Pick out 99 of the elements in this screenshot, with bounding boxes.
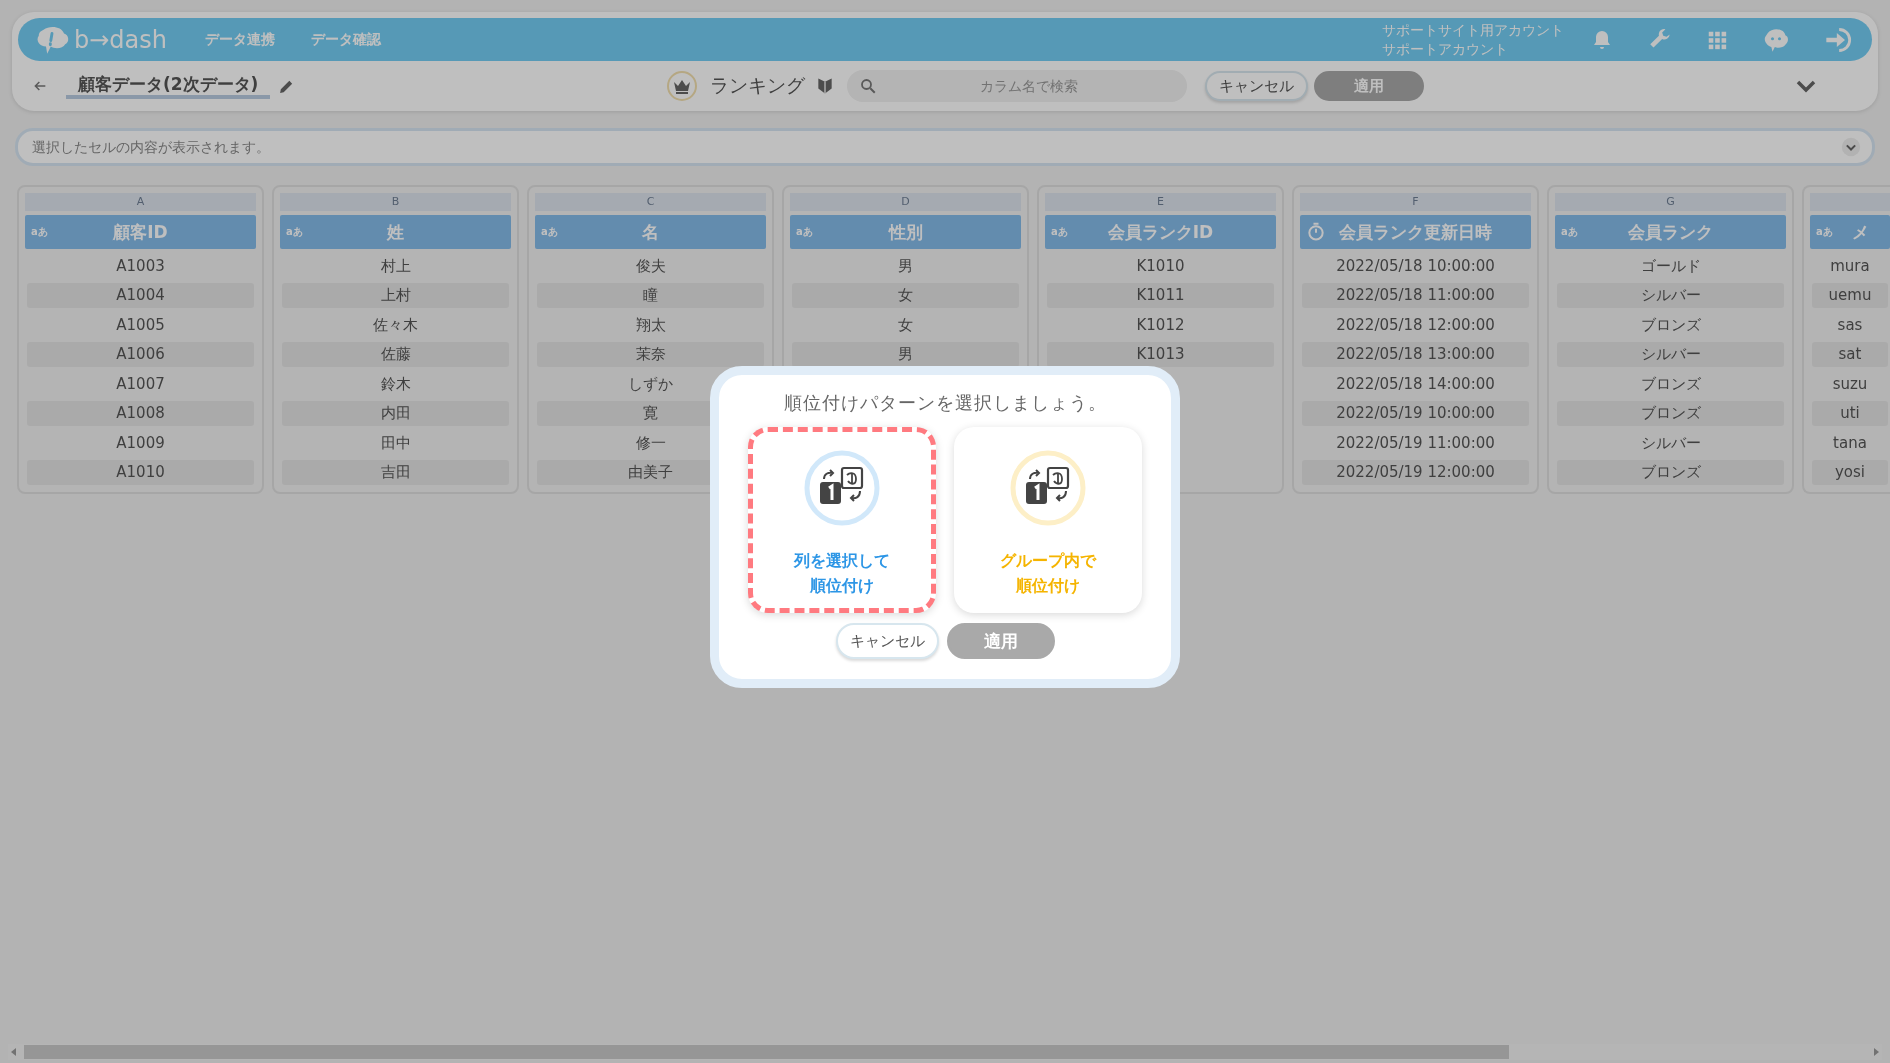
- table-cell-text: A1005: [115, 314, 166, 336]
- table-cell-text: 2022/05/18 14:00:00: [1335, 373, 1496, 395]
- table-cell: A1006: [27, 342, 254, 367]
- table-cell: A1008: [27, 401, 254, 426]
- table-cell: 2022/05/18 13:00:00: [1302, 342, 1529, 367]
- table-cell: A1004: [27, 283, 254, 308]
- table-cell: yosi: [1812, 460, 1888, 485]
- option-label: グループ内で 順位付け: [1000, 550, 1096, 597]
- column-header[interactable]: aあ 名: [535, 215, 766, 249]
- search-field[interactable]: カラム名で検索: [846, 70, 1187, 102]
- table-cell-text: 2022/05/18 12:00:00: [1335, 314, 1496, 336]
- account-name: サポートアカウント: [1382, 39, 1509, 59]
- column-title: 会員ランク更新日時: [1338, 220, 1493, 244]
- table-cell: uemu: [1812, 283, 1888, 308]
- table-cell-text: A1007: [115, 373, 166, 395]
- table-cell-text: 村上: [379, 255, 412, 277]
- table-cell-text: ブロンズ: [1639, 373, 1702, 395]
- table-cell: シルバー: [1557, 342, 1784, 367]
- column-title: メ: [1852, 220, 1870, 244]
- table-cell: 茉奈: [537, 342, 764, 367]
- table-cell: 2022/05/19 10:00:00: [1302, 401, 1529, 426]
- mode-title: ランキング: [709, 73, 805, 98]
- column-title: 名: [641, 220, 660, 244]
- table-cell: 内田: [282, 401, 509, 426]
- table-cell: シルバー: [1557, 283, 1784, 308]
- ranking-option-card[interactable]: 列を選択して 順位付け: [748, 427, 936, 613]
- text-type-label: aあ: [1051, 225, 1069, 239]
- table-cell-text: 俊夫: [634, 255, 667, 277]
- column-header[interactable]: aあ 性別: [790, 215, 1021, 249]
- column-letter: F: [1300, 193, 1531, 211]
- column-header[interactable]: 会員ランク更新日時: [1300, 215, 1531, 249]
- column-header[interactable]: aあ 会員ランクID: [1045, 215, 1276, 249]
- table-cell-text: K1010: [1135, 255, 1186, 277]
- nav-link[interactable]: データ連携: [205, 30, 275, 49]
- column-letter: E: [1045, 193, 1276, 211]
- table-cell-text: 佐々木: [372, 314, 419, 336]
- table-cell-text: 2022/05/19 11:00:00: [1335, 432, 1496, 454]
- table-cell-text: A1003: [115, 255, 166, 277]
- column-title: 姓: [385, 220, 405, 244]
- table-cell-text: K1012: [1135, 314, 1186, 336]
- text-type-label: aあ: [796, 225, 814, 239]
- table-cell-text: A1009: [115, 432, 166, 454]
- cancel-button[interactable]: キャンセル: [1204, 71, 1308, 101]
- table-cell-text: mura: [1829, 255, 1871, 277]
- table-cell: 上村: [282, 283, 509, 308]
- text-type-label: aあ: [1561, 225, 1579, 239]
- table-cell: uti: [1812, 401, 1888, 426]
- column-letter: D: [790, 193, 1021, 211]
- column-title: 顧客ID: [112, 220, 169, 244]
- cancel-button[interactable]: キャンセル: [835, 623, 939, 659]
- table-cell-text: 女: [897, 314, 914, 336]
- column-header[interactable]: aあ 姓: [280, 215, 511, 249]
- text-type-label: aあ: [286, 225, 304, 239]
- table-cell-text: シルバー: [1639, 432, 1702, 454]
- table-cell-text: 翔太: [634, 314, 667, 336]
- table-cell: A1010: [27, 460, 254, 485]
- column-letter: G: [1555, 193, 1786, 211]
- table-cell: 男: [792, 342, 1019, 367]
- text-type-label: aあ: [1816, 225, 1834, 239]
- logo-text: b→dash: [74, 25, 167, 54]
- column-header[interactable]: aあ 会員ランク: [1555, 215, 1786, 249]
- table-cell-text: 男: [897, 255, 914, 277]
- table-cell: K1013: [1047, 342, 1274, 367]
- table-cell-text: ブロンズ: [1639, 314, 1702, 336]
- dataset-title[interactable]: 顧客データ(2次データ): [66, 73, 271, 99]
- table-cell: K1011: [1047, 283, 1274, 308]
- text-type-label: aあ: [541, 225, 559, 239]
- table-cell: sat: [1812, 342, 1888, 367]
- column-title: 性別: [887, 220, 924, 244]
- column-header[interactable]: aあ 顧客ID: [25, 215, 256, 249]
- column-letter: C: [535, 193, 766, 211]
- column-title: 会員ランクID: [1106, 220, 1215, 244]
- table-cell: 吉田: [282, 460, 509, 485]
- cell-content-field[interactable]: 選択したセルの内容が表示されます。: [15, 128, 1875, 166]
- table-cell: 佐藤: [282, 342, 509, 367]
- table-cell-text: 2022/05/18 10:00:00: [1335, 255, 1496, 277]
- table-cell-text: sas: [1836, 314, 1864, 336]
- table-cell-text: ゴールド: [1639, 255, 1702, 277]
- table-cell-text: 鈴木: [379, 373, 412, 395]
- table-cell: 2022/05/18 11:00:00: [1302, 283, 1529, 308]
- option-label: 列を選択して 順位付け: [794, 550, 890, 597]
- column-header[interactable]: aあ メ: [1810, 215, 1890, 249]
- account-site: サポートサイト用アカウント: [1382, 20, 1564, 40]
- column-letter: A: [25, 193, 256, 211]
- column-letter: B: [280, 193, 511, 211]
- table-cell-text: しずか: [627, 373, 674, 395]
- table-cell: 2022/05/19 12:00:00: [1302, 460, 1529, 485]
- table-cell: ブロンズ: [1557, 401, 1784, 426]
- table-cell-text: 修一: [634, 432, 667, 454]
- text-type-label: aあ: [31, 225, 49, 239]
- table-cell: 女: [792, 283, 1019, 308]
- nav-link[interactable]: データ確認: [311, 30, 381, 49]
- table-cell-text: tana: [1832, 432, 1868, 454]
- dialog-title: 順位付けパターンを選択しましょう。: [783, 391, 1107, 415]
- table-cell-text: suzu: [1831, 373, 1869, 395]
- table-cell-text: 田中: [379, 432, 412, 454]
- table-cell: 瞳: [537, 283, 764, 308]
- column-title: 会員ランク: [1627, 220, 1714, 244]
- table-cell: ブロンズ: [1557, 460, 1784, 485]
